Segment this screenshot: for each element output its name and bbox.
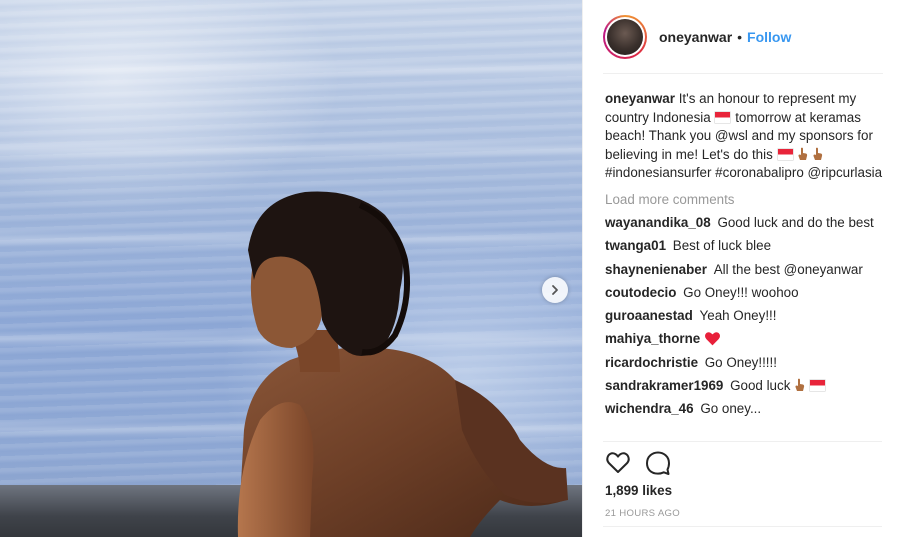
avatar[interactable]: [603, 15, 647, 59]
indonesia-flag-emoji: [777, 148, 793, 160]
post-header: oneyanwar • Follow: [583, 0, 900, 74]
list-item: wayanandika_08 Good luck and do the best: [605, 214, 887, 233]
indonesia-flag-emoji: [715, 111, 731, 123]
avatar-image: [607, 19, 643, 55]
comment-text: Yeah Oney!!!: [699, 308, 777, 324]
comment-username[interactable]: ricardochristie: [605, 355, 698, 370]
pointing-up-hand-emoji: [813, 147, 823, 160]
header-divider: [603, 73, 883, 74]
comment-username[interactable]: mahiya_thorne: [605, 331, 700, 346]
post-details-panel: oneyanwar • Follow oneyanwar It's an hon…: [582, 0, 900, 537]
comment-text: All the best @oneyanwar: [713, 261, 863, 277]
comment-username[interactable]: wayanandika_08: [605, 215, 711, 230]
likes-count[interactable]: 1,899 likes: [605, 483, 672, 498]
comments-list[interactable]: oneyanwar It's an honour to represent my…: [605, 90, 887, 440]
comment-text: Go Oney!!!!!: [704, 354, 777, 370]
comment-username[interactable]: twanga01: [605, 238, 666, 253]
caption-username[interactable]: oneyanwar: [605, 91, 675, 106]
post-timestamp: 21 HOURS AGO: [605, 508, 681, 519]
comment-username[interactable]: wichendra_46: [605, 401, 694, 416]
list-item: coutodecio Go Oney!!! woohoo: [605, 284, 887, 303]
list-item: twanga01 Best of luck blee: [605, 237, 887, 256]
heart-outline-icon[interactable]: [605, 450, 631, 476]
caption-text-3: #indonesiansurfer #coronabalipro @ripcur…: [605, 165, 883, 180]
comment-username[interactable]: sandrakramer1969: [605, 378, 723, 393]
header-separator: •: [737, 29, 743, 45]
post-actions: [605, 450, 671, 476]
chevron-right-icon: [552, 285, 558, 295]
surfer-figure: [237, 191, 568, 537]
list-item: shaynenienaber All the best @oneyanwar: [605, 261, 887, 280]
comment-text: Good luck and do the best: [717, 215, 874, 230]
pointing-up-hand-emoji: [795, 378, 805, 392]
comment-username[interactable]: guroaanestad: [605, 308, 693, 323]
list-item: wichendra_46 Go oney...: [605, 400, 887, 419]
speech-bubble-icon[interactable]: [645, 450, 671, 476]
next-photo-button[interactable]: [542, 277, 568, 303]
post-caption: oneyanwar It's an honour to represent my…: [605, 90, 887, 183]
indonesia-flag-emoji: [809, 380, 825, 392]
comment-text: Best of luck blee: [672, 238, 772, 254]
list-item: mahiya_thorne: [605, 330, 887, 349]
comment-text: Go oney...: [700, 401, 762, 417]
list-item: sandrakramer1969 Good luck: [605, 377, 887, 396]
comment-text: Go Oney!!! woohoo: [683, 284, 799, 300]
actions-divider: [603, 441, 882, 442]
follow-button[interactable]: Follow: [747, 29, 791, 45]
post-photo[interactable]: [0, 0, 582, 537]
header-username[interactable]: oneyanwar: [659, 29, 732, 45]
comment-username[interactable]: shaynenienaber: [605, 262, 707, 277]
list-item: ricardochristie Go Oney!!!!!: [605, 354, 887, 373]
comment-username[interactable]: coutodecio: [605, 285, 676, 300]
red-heart-emoji: [705, 332, 720, 346]
list-item: guroaanestad Yeah Oney!!!: [605, 307, 887, 326]
load-more-comments-button[interactable]: Load more comments: [605, 191, 887, 210]
bottom-divider: [603, 526, 882, 527]
pointing-up-hand-emoji: [798, 147, 808, 160]
comment-text: Good luck: [730, 378, 791, 394]
